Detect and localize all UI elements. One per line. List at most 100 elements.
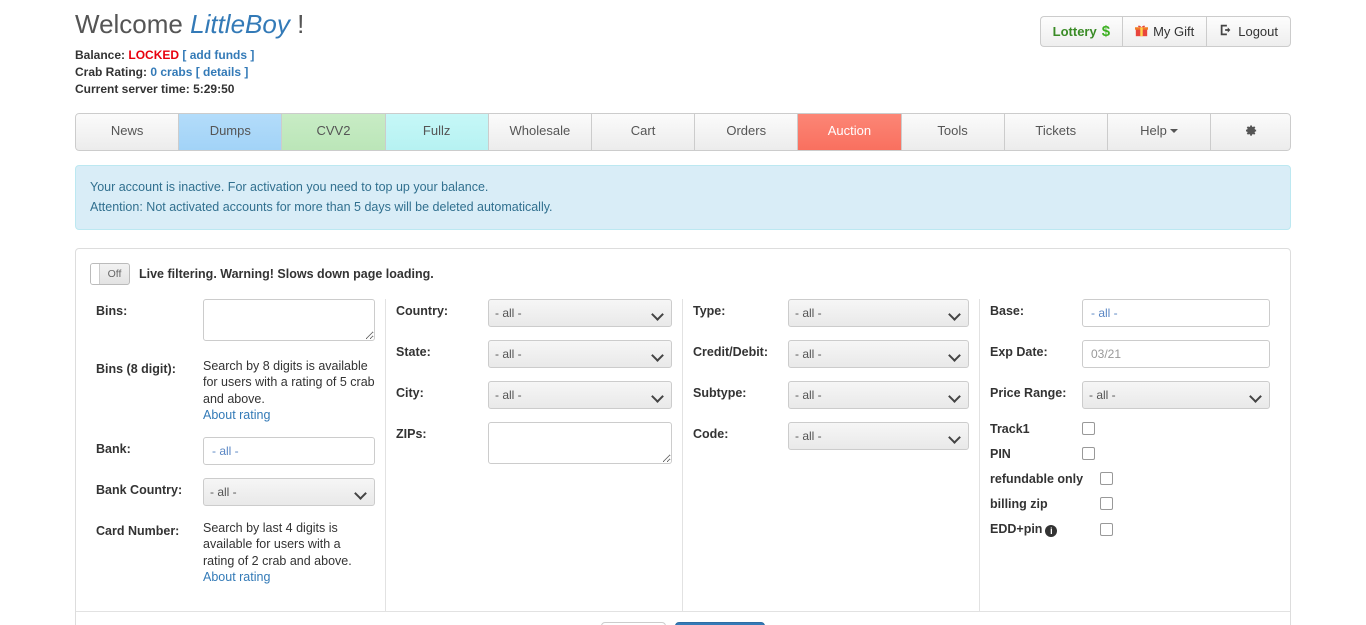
- gear-icon: [1243, 126, 1258, 141]
- header-button-group: Lottery $ My Gift Logout: [1040, 16, 1291, 47]
- tab-dumps[interactable]: Dumps: [179, 113, 282, 151]
- field-bins: Bins:: [96, 299, 375, 344]
- about-rating-link-card[interactable]: About rating: [203, 570, 270, 584]
- tab-wholesale[interactable]: Wholesale: [489, 113, 592, 151]
- tab-settings[interactable]: [1211, 113, 1291, 151]
- my-gift-button[interactable]: My Gift: [1122, 16, 1206, 47]
- logout-button[interactable]: Logout: [1206, 16, 1291, 47]
- tab-label: News: [111, 123, 144, 138]
- field-exp-date: Exp Date:: [990, 340, 1270, 368]
- zips-input[interactable]: [488, 422, 672, 464]
- track1-checkbox[interactable]: [1082, 422, 1095, 435]
- track1-label: Track1: [990, 422, 1082, 436]
- field-code: Code: - all -: [693, 422, 969, 450]
- bank-country-select[interactable]: - all -: [203, 478, 375, 506]
- tab-help[interactable]: Help: [1108, 113, 1211, 151]
- refundable-label: refundable only: [990, 472, 1100, 486]
- tab-news[interactable]: News: [75, 113, 179, 151]
- alert-line-2: Attention: Not activated accounts for mo…: [90, 197, 1276, 218]
- logout-icon: [1219, 23, 1233, 40]
- field-subtype: Subtype: - all -: [693, 381, 969, 409]
- refundable-checkbox[interactable]: [1100, 472, 1113, 485]
- account-meta: Balance: LOCKED [ add funds ] Crab Ratin…: [75, 47, 304, 99]
- add-funds-link[interactable]: [ add funds ]: [182, 48, 254, 62]
- price-range-label: Price Range:: [990, 381, 1082, 400]
- base-label: Base:: [990, 299, 1082, 318]
- city-select[interactable]: - all -: [488, 381, 672, 409]
- base-input[interactable]: [1082, 299, 1270, 327]
- field-zips: ZIPs:: [396, 422, 672, 467]
- type-label: Type:: [693, 299, 788, 318]
- crab-rating-value: 0 crabs: [150, 65, 192, 79]
- price-range-select[interactable]: - all -: [1082, 381, 1270, 409]
- field-bank: Bank:: [96, 437, 375, 465]
- tab-label: Dumps: [210, 123, 251, 138]
- account-summary: Welcome LittleBoy ! Balance: LOCKED [ ad…: [75, 8, 304, 99]
- account-inactive-alert: Your account is inactive. For activation…: [75, 165, 1291, 230]
- field-city: City: - all -: [396, 381, 672, 409]
- username: LittleBoy: [190, 9, 290, 39]
- logout-label: Logout: [1238, 24, 1278, 39]
- type-select[interactable]: - all -: [788, 299, 969, 327]
- crab-rating-row: Crab Rating: 0 crabs [ details ]: [75, 64, 304, 81]
- country-select[interactable]: - all -: [488, 299, 672, 327]
- gift-icon: [1135, 24, 1148, 40]
- tab-label: Wholesale: [509, 123, 570, 138]
- filter-column-location: Country: - all - State: - all - City: - …: [386, 299, 683, 611]
- tab-auction[interactable]: Auction: [798, 113, 901, 151]
- balance-value: LOCKED: [128, 48, 179, 62]
- bins-label: Bins:: [96, 299, 203, 318]
- info-icon[interactable]: i: [1045, 525, 1057, 537]
- tab-cart[interactable]: Cart: [592, 113, 695, 151]
- toggle-state-label: Off: [100, 268, 129, 280]
- server-time-row: Current server time: 5:29:50: [75, 81, 304, 98]
- about-rating-link-bins[interactable]: About rating: [203, 408, 270, 422]
- exp-date-input[interactable]: [1082, 340, 1270, 368]
- city-label: City:: [396, 381, 488, 400]
- field-bank-country: Bank Country: - all -: [96, 478, 375, 506]
- tab-label: Cart: [631, 123, 656, 138]
- filter-column-bins: Bins: Bins (8 digit): Search by 8 digits…: [86, 299, 386, 611]
- tab-tools[interactable]: Tools: [902, 113, 1005, 151]
- lottery-button[interactable]: Lottery $: [1040, 16, 1122, 47]
- tab-cvv2[interactable]: CVV2: [282, 113, 385, 151]
- billing-zip-checkbox[interactable]: [1100, 497, 1113, 510]
- live-filtering-toggle[interactable]: Off: [90, 263, 130, 285]
- bins-input[interactable]: [203, 299, 375, 341]
- field-price-range: Price Range: - all -: [990, 381, 1270, 409]
- credit-debit-select[interactable]: - all -: [788, 340, 969, 368]
- state-select[interactable]: - all -: [488, 340, 672, 368]
- tab-fullz[interactable]: Fullz: [386, 113, 489, 151]
- page-header: Welcome LittleBoy ! Balance: LOCKED [ ad…: [75, 0, 1291, 99]
- filter-column-card: Type: - all - Credit/Debit: - all - Subt…: [683, 299, 980, 611]
- field-refundable-only: refundable only: [990, 472, 1270, 486]
- bank-input[interactable]: [203, 437, 375, 465]
- subtype-select[interactable]: - all -: [788, 381, 969, 409]
- code-select[interactable]: - all -: [788, 422, 969, 450]
- tab-tickets[interactable]: Tickets: [1005, 113, 1108, 151]
- exp-date-label: Exp Date:: [990, 340, 1082, 359]
- chevron-down-icon: [1170, 129, 1178, 133]
- welcome-suffix: !: [297, 9, 304, 39]
- main-navigation: News Dumps CVV2 Fullz Wholesale Cart Ord…: [75, 113, 1291, 151]
- page-root: Welcome LittleBoy ! Balance: LOCKED [ ad…: [0, 0, 1366, 625]
- field-billing-zip: billing zip: [990, 497, 1270, 511]
- filter-actions: Clear Search: [76, 611, 1290, 625]
- tab-label: Auction: [828, 123, 871, 138]
- edd-pin-checkbox[interactable]: [1100, 523, 1113, 536]
- tab-orders[interactable]: Orders: [695, 113, 798, 151]
- crab-details-link[interactable]: [ details ]: [196, 65, 249, 79]
- alert-line-1: Your account is inactive. For activation…: [90, 177, 1276, 198]
- tab-label: Tools: [937, 123, 967, 138]
- welcome-prefix: Welcome: [75, 9, 183, 39]
- billing-zip-label: billing zip: [990, 497, 1100, 511]
- bins8-hint: Search by 8 digits is available for user…: [203, 359, 375, 406]
- card-number-hint: Search by last 4 digits is available for…: [203, 521, 352, 568]
- live-filtering-row: Off Live filtering. Warning! Slows down …: [86, 261, 1280, 289]
- field-credit-debit: Credit/Debit: - all -: [693, 340, 969, 368]
- credit-debit-label: Credit/Debit:: [693, 340, 788, 359]
- subtype-label: Subtype:: [693, 381, 788, 400]
- lottery-label: Lottery: [1053, 24, 1097, 39]
- field-state: State: - all -: [396, 340, 672, 368]
- pin-checkbox[interactable]: [1082, 447, 1095, 460]
